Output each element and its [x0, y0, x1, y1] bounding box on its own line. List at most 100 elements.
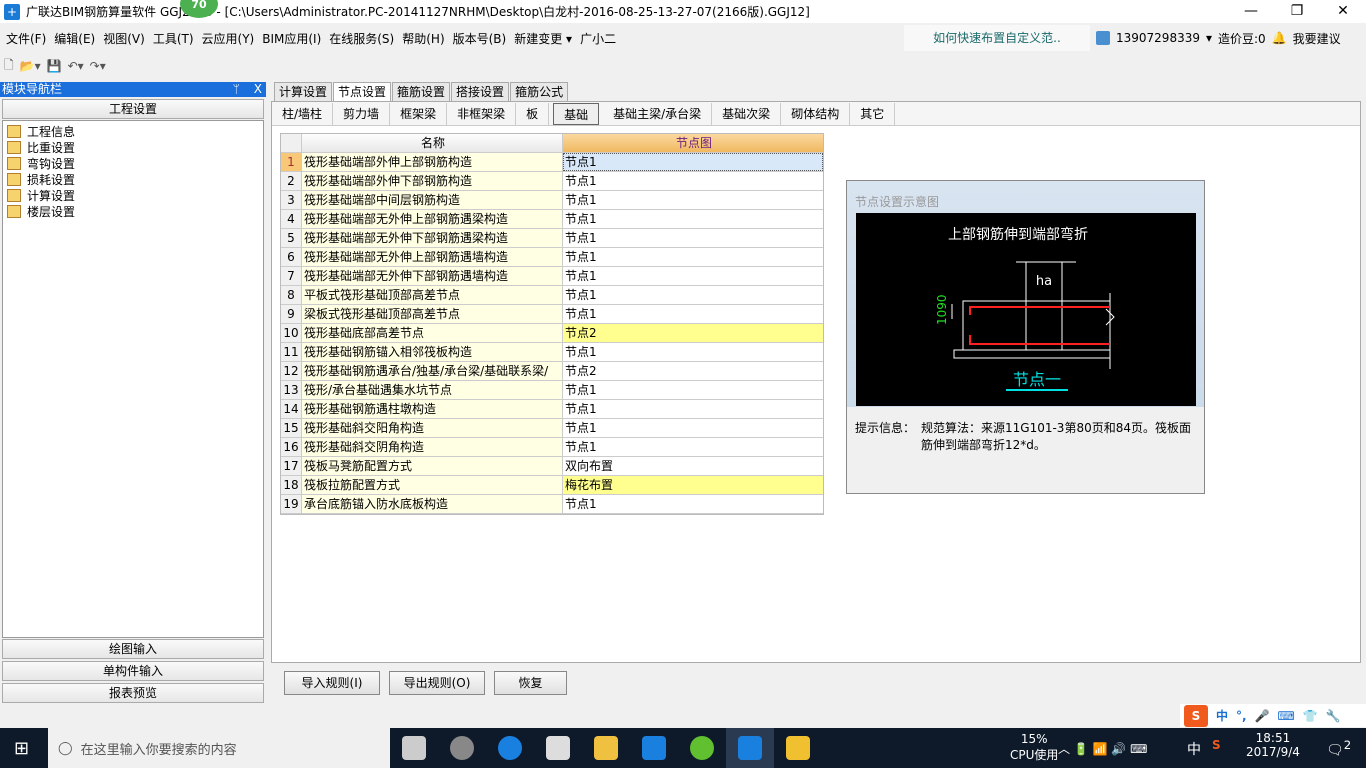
menu-item[interactable]: 视图(V) [103, 30, 145, 47]
row-node-value[interactable]: 节点1 [563, 248, 823, 266]
row-name[interactable]: 筏形基础斜交阳角构造 [302, 419, 563, 437]
mic-icon[interactable]: 🎤 [1255, 709, 1270, 723]
pin-icon[interactable]: ᛘ [233, 82, 240, 96]
new-file-icon[interactable]: 🗋 [4, 56, 14, 77]
import-rules-button[interactable]: 导入规则(I) [284, 671, 380, 695]
menu-item[interactable]: 新建变更 ▾ [514, 30, 572, 47]
nav-item[interactable]: 工程信息 [7, 123, 259, 139]
row-node-value[interactable]: 节点1 [563, 305, 823, 323]
table-row[interactable]: 18 筏板拉筋配置方式 梅花布置 [281, 476, 823, 495]
table-row[interactable]: 11 筏形基础钢筋锚入相邻筏板构造 节点1 [281, 343, 823, 362]
component-tab[interactable]: 剪力墙 [333, 102, 391, 125]
row-name[interactable]: 筏形基础钢筋遇柱墩构造 [302, 400, 563, 418]
nav-item[interactable]: 弯钩设置 [7, 155, 259, 171]
component-tab[interactable]: 非框架梁 [447, 102, 517, 125]
menu-item[interactable]: 广小二 [580, 30, 616, 47]
row-name[interactable]: 筏形基础底部高差节点 [302, 324, 563, 342]
menu-item[interactable]: 版本号(B) [453, 30, 507, 47]
table-row[interactable]: 19 承台底筋锚入防水底板构造 节点1 [281, 495, 823, 514]
table-row[interactable]: 8 平板式筏形基础顶部高差节点 节点1 [281, 286, 823, 305]
row-node-value[interactable]: 节点1 [563, 381, 823, 399]
browser-icon[interactable] [678, 728, 726, 768]
notes-icon[interactable] [774, 728, 822, 768]
tray-sogou-icon[interactable]: S [1212, 738, 1221, 752]
header-node[interactable]: 节点图 [563, 134, 823, 152]
maximize-button[interactable]: ❐ [1274, 0, 1320, 23]
table-row[interactable]: 12 筏形基础钢筋遇承台/独基/承台梁/基础联系梁/节点2 [281, 362, 823, 381]
tray-icons[interactable]: ︿ 🔋 📶 🔊 ⌨ [1058, 740, 1147, 757]
table-row[interactable]: 6 筏形基础端部无外伸上部钢筋遇墙构造 节点1 [281, 248, 823, 267]
row-name[interactable]: 筏形基础钢筋锚入相邻筏板构造 [302, 343, 563, 361]
table-row[interactable]: 2 筏形基础端部外伸下部钢筋构造 节点1 [281, 172, 823, 191]
export-rules-button[interactable]: 导出规则(O) [389, 671, 485, 695]
app-icon[interactable] [438, 728, 486, 768]
redo-icon[interactable]: ↷▾ [90, 59, 106, 73]
save-icon[interactable]: 💾 [47, 59, 62, 73]
settings-tab[interactable]: 箍筋设置 [392, 82, 451, 102]
row-node-value[interactable]: 节点1 [563, 419, 823, 437]
row-node-value[interactable]: 节点1 [563, 210, 823, 228]
row-node-value[interactable]: 节点1 [563, 286, 823, 304]
row-name[interactable]: 筏形基础钢筋遇承台/独基/承台梁/基础联系梁/ [302, 362, 563, 380]
table-row[interactable]: 10 筏形基础底部高差节点 节点2 [281, 324, 823, 343]
table-row[interactable]: 15 筏形基础斜交阳角构造 节点1 [281, 419, 823, 438]
nav-close-icon[interactable]: X [254, 82, 262, 96]
suggest-button[interactable]: 我要建议 [1293, 30, 1341, 47]
menu-item[interactable]: 在线服务(S) [329, 30, 394, 47]
menu-item[interactable]: 文件(F) [6, 30, 46, 47]
row-name[interactable]: 梁板式筏形基础顶部高差节点 [302, 305, 563, 323]
menu-item[interactable]: BIM应用(I) [262, 30, 321, 47]
user-dropdown-icon[interactable]: ▾ [1206, 31, 1212, 45]
table-row[interactable]: 16 筏形基础斜交阴角构造 节点1 [281, 438, 823, 457]
nav-section-project-settings[interactable]: 工程设置 [2, 99, 264, 119]
menu-item[interactable]: 云应用(Y) [202, 30, 255, 47]
close-button[interactable]: ✕ [1320, 0, 1366, 23]
clock[interactable]: 18:51 2017/9/4 [1246, 731, 1300, 759]
glodon-icon[interactable] [630, 728, 678, 768]
ggj-app-icon[interactable] [726, 728, 774, 768]
bell-icon[interactable]: 🔔 [1272, 31, 1287, 45]
wrench-icon[interactable]: 🔧 [1326, 709, 1341, 723]
table-row[interactable]: 3 筏形基础端部中间层钢筋构造 节点1 [281, 191, 823, 210]
settings-tab[interactable]: 箍筋公式 [510, 82, 569, 102]
row-name[interactable]: 筏形基础端部无外伸上部钢筋遇墙构造 [302, 248, 563, 266]
skin-icon[interactable]: 👕 [1303, 709, 1318, 723]
component-tab[interactable]: 框架梁 [390, 102, 448, 125]
table-row[interactable]: 1 筏形基础端部外伸上部钢筋构造 节点1 [281, 153, 823, 172]
row-name[interactable]: 筏形基础端部外伸上部钢筋构造 [302, 153, 563, 171]
row-node-value[interactable]: 节点1 [563, 172, 823, 190]
component-tab[interactable]: 基础 [553, 102, 600, 125]
node-label[interactable]: 节点一 [1013, 370, 1061, 389]
restore-button[interactable]: 恢复 [494, 671, 567, 695]
settings-tab[interactable]: 计算设置 [274, 82, 333, 102]
menu-item[interactable]: 编辑(E) [54, 30, 95, 47]
settings-tab[interactable]: 节点设置 [333, 82, 392, 102]
keyboard-icon[interactable]: ⌨ [1278, 709, 1295, 723]
tray-ime[interactable]: 中 [1187, 739, 1201, 759]
ime-punct[interactable]: °, [1236, 709, 1247, 723]
nav-section-button[interactable]: 单构件输入 [2, 661, 264, 681]
component-tab[interactable]: 砌体结构 [781, 102, 851, 125]
table-row[interactable]: 9 梁板式筏形基础顶部高差节点 节点1 [281, 305, 823, 324]
taskbar-search[interactable]: ◯ 在这里输入你要搜索的内容 [48, 728, 390, 768]
row-name[interactable]: 平板式筏形基础顶部高差节点 [302, 286, 563, 304]
row-name[interactable]: 筏板拉筋配置方式 [302, 476, 563, 494]
nav-section-button[interactable]: 绘图输入 [2, 639, 264, 659]
component-tab[interactable]: 柱/墙柱 [272, 102, 334, 125]
menu-item[interactable]: 帮助(H) [402, 30, 444, 47]
row-name[interactable]: 筏板马凳筋配置方式 [302, 457, 563, 475]
row-node-value[interactable]: 节点1 [563, 191, 823, 209]
menu-item[interactable]: 工具(T) [153, 30, 194, 47]
nav-section-button[interactable]: 报表预览 [2, 683, 264, 703]
row-node-value[interactable]: 双向布置 [563, 457, 823, 475]
ime-lang[interactable]: 中 [1216, 707, 1228, 724]
settings-tab[interactable]: 搭接设置 [451, 82, 510, 102]
row-name[interactable]: 筏形基础斜交阴角构造 [302, 438, 563, 456]
nav-item[interactable]: 计算设置 [7, 187, 259, 203]
cpu-meter[interactable]: 15% CPU使用 [1010, 732, 1058, 763]
nav-item[interactable]: 楼层设置 [7, 203, 259, 219]
table-row[interactable]: 13 筏形/承台基础遇集水坑节点 节点1 [281, 381, 823, 400]
component-tab[interactable]: 基础次梁 [712, 102, 782, 125]
help-link[interactable]: 如何快速布置自定义范.. [904, 25, 1090, 51]
task-view-icon[interactable] [390, 728, 438, 768]
